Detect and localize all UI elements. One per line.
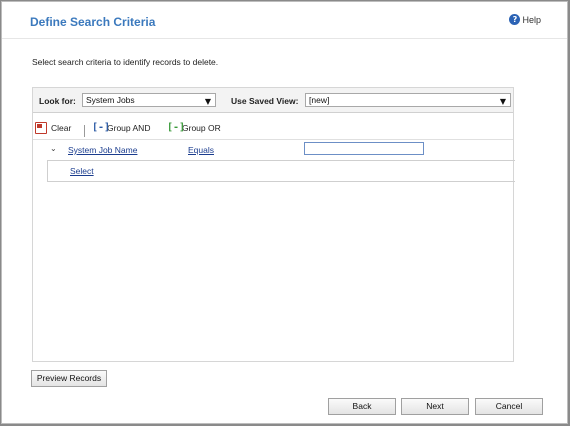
- clear-button[interactable]: Clear: [35, 122, 71, 134]
- preview-records-button[interactable]: Preview Records: [31, 370, 107, 387]
- look-for-bar: Look for: System Jobs ▼ Use Saved View: …: [33, 88, 513, 113]
- dialog-header: Define Search Criteria ? Help: [2, 2, 567, 39]
- select-field-link[interactable]: Select: [70, 166, 94, 176]
- clear-icon: [35, 122, 47, 134]
- criteria-toolbar: Clear [-] Group AND [-] Group OR: [33, 118, 513, 140]
- cancel-button[interactable]: Cancel: [475, 398, 543, 415]
- criteria-value-input[interactable]: [304, 142, 424, 155]
- clear-label: Clear: [51, 123, 72, 133]
- criteria-row: ⌄ System Job Name Equals: [33, 140, 513, 160]
- group-or-button[interactable]: [-] Group OR: [166, 122, 221, 134]
- criteria-panel: Look for: System Jobs ▼ Use Saved View: …: [32, 87, 515, 362]
- back-button[interactable]: Back: [328, 398, 396, 415]
- description-text: Select search criteria to identify recor…: [32, 57, 219, 67]
- saved-view-label: Use Saved View:: [231, 96, 299, 106]
- group-or-label: Group OR: [182, 123, 221, 133]
- field-link[interactable]: System Job Name: [68, 145, 137, 155]
- help-link[interactable]: ? Help: [509, 14, 541, 25]
- help-label: Help: [522, 14, 541, 25]
- look-for-select[interactable]: System Jobs ▼: [82, 93, 216, 107]
- look-for-label: Look for:: [39, 96, 76, 106]
- help-icon: ?: [509, 14, 521, 25]
- saved-view-select[interactable]: [new] ▼: [305, 93, 511, 107]
- dropdown-arrow-icon: ▼: [204, 97, 211, 106]
- operator-link[interactable]: Equals: [188, 145, 214, 155]
- group-and-icon: [-]: [92, 122, 111, 133]
- define-search-criteria-dialog: Define Search Criteria ? Help Select sea…: [1, 1, 568, 424]
- page-title: Define Search Criteria: [30, 15, 156, 29]
- group-or-icon: [-]: [167, 122, 186, 133]
- toolbar-divider: [84, 125, 85, 137]
- saved-view-value: [new]: [309, 95, 330, 105]
- group-and-button[interactable]: [-] Group AND: [91, 122, 150, 134]
- group-and-label: Group AND: [107, 123, 151, 133]
- chevron-down-icon[interactable]: ⌄: [50, 144, 57, 153]
- select-row: Select: [47, 160, 515, 182]
- dropdown-arrow-icon: ▼: [499, 97, 506, 106]
- next-button[interactable]: Next: [401, 398, 469, 415]
- look-for-value: System Jobs: [86, 95, 135, 105]
